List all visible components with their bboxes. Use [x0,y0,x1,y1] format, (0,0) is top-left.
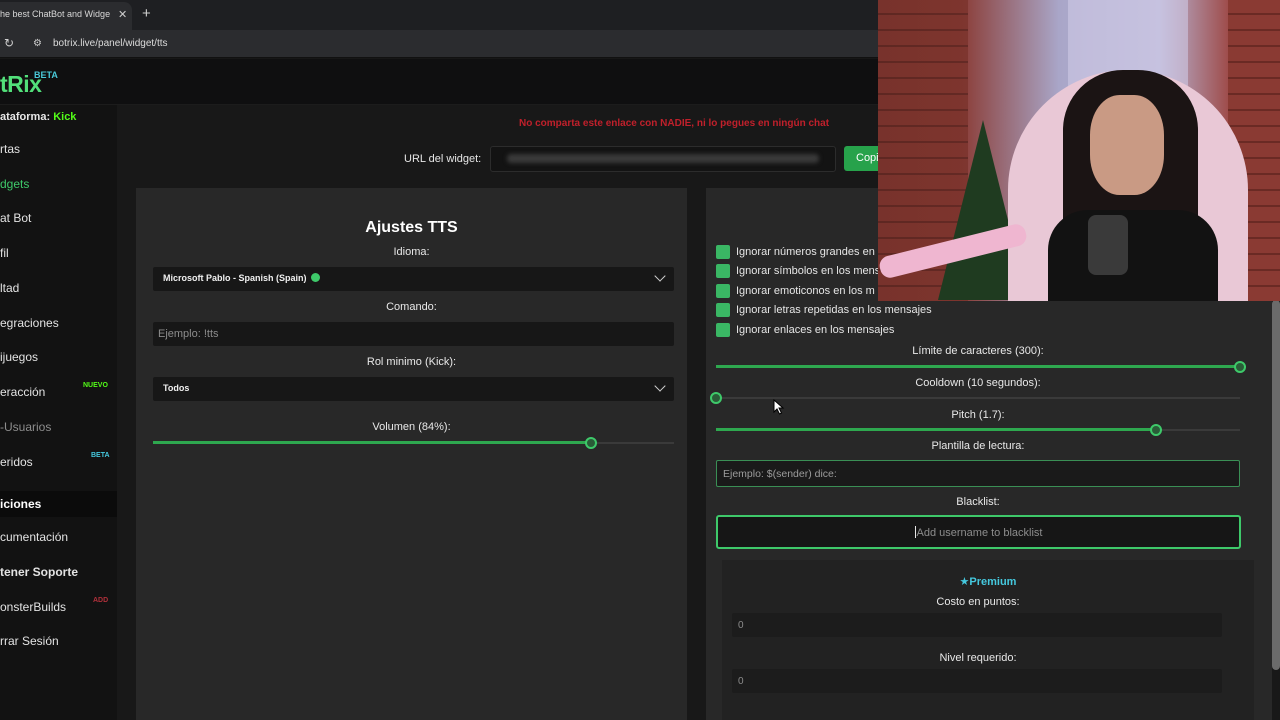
sidebar-item-referidos[interactable]: eridos [0,455,33,469]
char-limit-label: Límite de caracteres (300): [912,345,1044,357]
sidebar-item-soporte[interactable]: tener Soporte [0,565,78,579]
sidebar-item-cerrar-sesion[interactable]: rrar Sesión [0,634,59,648]
platform-value: Kick [53,111,77,123]
mouse-cursor-icon [773,399,785,415]
language-select[interactable]: Microsoft Pablo - Spanish (Spain) [153,267,674,291]
platform-indicator: ataforma: Kick [0,111,76,123]
chevron-down-icon [654,270,666,282]
url-field[interactable]: botrix.live/panel/widget/tts [53,38,168,49]
command-input[interactable]: Ejemplo: !tts [153,322,674,346]
sidebar-item-interaccion[interactable]: eracción [0,385,45,399]
cooldown-slider[interactable] [710,392,1240,404]
text-cursor [914,526,916,538]
char-limit-slider[interactable] [716,361,1246,373]
sidebar-item-sub-usuarios[interactable]: -Usuarios [0,420,51,434]
slider-handle[interactable] [1150,424,1163,436]
checkbox[interactable] [716,245,730,259]
blacklist-label: Blacklist: [956,496,1000,508]
pitch-label: Pitch (1.7): [951,409,1005,421]
language-value: Microsoft Pablo - Spanish (Spain) [163,273,320,283]
sidebar-item-alertas[interactable]: rtas [0,142,20,156]
tts-settings-panel: Ajustes TTS Idioma: Microsoft Pablo - Sp… [136,188,687,720]
new-badge: NUEVO [83,382,108,389]
webcam-overlay [878,0,1280,301]
template-input[interactable]: Ejemplo: $(sender) dice: [716,460,1240,487]
page-scrollbar[interactable] [1272,300,1280,670]
checkbox[interactable] [716,264,730,278]
site-settings-icon[interactable]: ⚙ [33,38,42,49]
role-select[interactable]: Todos [153,377,674,401]
cost-label: Costo en puntos: [936,596,1020,608]
language-label: Idioma: [393,246,430,258]
volume-label: Volumen (84%): [372,421,451,433]
premium-section: ★Premium Costo en puntos: 0 Nivel requer… [722,560,1254,720]
widget-url-field[interactable] [490,146,836,172]
blurred-url [507,154,819,163]
checkbox[interactable] [716,284,730,298]
cooldown-label: Cooldown (10 segundos): [915,377,1041,389]
sidebar-item-documentacion[interactable]: cumentación [0,530,68,544]
options-section: iciones [0,491,117,517]
close-tab-icon[interactable]: ✕ [118,8,127,21]
sidebar-item-integraciones[interactable]: egraciones [0,316,59,330]
widget-url-label: URL del widget: [404,153,482,165]
voice-status-icon [310,273,320,282]
role-value: Todos [163,383,190,393]
sidebar-item-widgets[interactable]: dgets [0,177,29,191]
microphone [1088,215,1128,275]
logo-beta-badge: BETA [34,70,58,80]
security-warning: No comparta este enlace con NADIE, ni lo… [519,118,830,129]
premium-title: ★Premium [959,576,1017,588]
pitch-slider[interactable] [716,424,1240,436]
sidebar: ataforma: Kick rtas dgets at Bot fil lta… [0,105,117,720]
reload-icon[interactable]: ↻ [4,36,14,50]
level-label: Nivel requerido: [939,652,1017,664]
sidebar-item-lealtad[interactable]: ltad [0,281,19,295]
star-icon: ★ [959,576,970,588]
ad-badge: ADD [93,597,109,604]
beta-badge: BETA [91,452,110,459]
chevron-down-icon [654,380,666,392]
platform-label: ataforma: [0,111,51,123]
template-label: Plantilla de lectura: [931,440,1025,452]
cost-input[interactable]: 0 [732,613,1222,637]
level-input[interactable]: 0 [732,669,1222,693]
panel-title: Ajustes TTS [365,219,458,236]
slider-handle[interactable] [584,437,597,449]
checkbox[interactable] [716,303,730,317]
role-label: Rol minimo (Kick): [366,356,457,368]
sidebar-item-minijuegos[interactable]: ijuegos [0,350,38,364]
new-tab-icon[interactable]: + [142,5,151,22]
options-header: iciones [0,497,42,511]
volume-slider[interactable] [153,437,674,449]
sidebar-item-perfil[interactable]: fil [0,246,9,260]
slider-handle[interactable] [710,392,722,404]
command-label: Comando: [386,301,437,313]
tab-title: he best ChatBot and Widgets [0,9,110,19]
checkbox[interactable] [716,323,730,337]
sidebar-item-monsterbuilds[interactable]: onsterBuilds [0,600,66,614]
slider-handle[interactable] [1234,361,1246,373]
sidebar-item-chat-bot[interactable]: at Bot [0,211,31,225]
browser-tab[interactable]: he best ChatBot and Widgets ✕ [0,2,132,30]
blacklist-input[interactable]: Add username to blacklist [716,515,1241,549]
